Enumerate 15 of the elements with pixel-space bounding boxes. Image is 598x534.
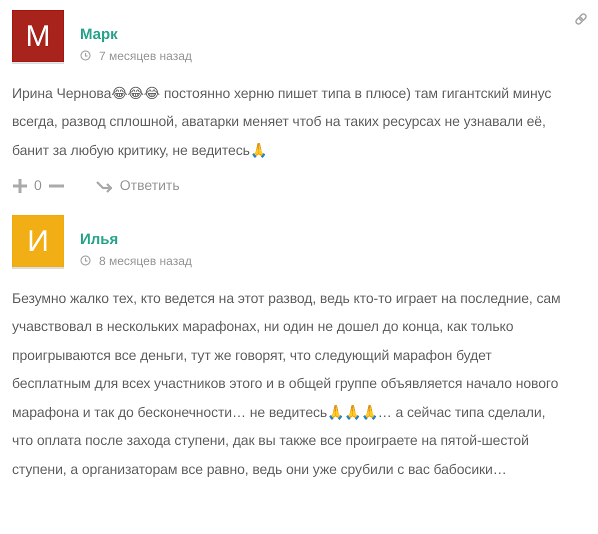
link-icon[interactable]: [574, 12, 588, 26]
reply-arrow-icon: [96, 178, 112, 192]
comment-text: Безумно жалко тех, кто ведется на этот развод, ведь кто-то играет на последние, сам учавствовал в нескольких марафонах, ни один не дошел до конца, как только проигрываются все деньги, тут же говорят, что следующий марафон будет бесплатным для всех участников этого и в общей группе объявляется начало нового марафона и так до бесконечности… не ведитесь🙏🙏🙏… а сейчас типа сделали, что оплата после захода ступени, дак вы также все проиграете на пятой-шестой ступени, а организаторам все равно, ведь они уже срубили с вас бабосики…: [12, 288, 562, 479]
clock-icon: [80, 50, 91, 61]
reply-button[interactable]: Ответить: [94, 174, 181, 197]
plus-icon[interactable]: [12, 178, 28, 194]
author-name[interactable]: Илья: [80, 229, 192, 252]
comment-text: Ирина Чернова😂😂😂 постоянно херню пишет типа в плюсе) там гигантский минус всегда, развод сплошной, аватарки меняет чтоб на таких ресурсах не узнавали её, банит за любую критику, не ведитесь🙏: [12, 84, 552, 160]
comment-time: 8 месяцев назад: [99, 252, 192, 270]
author-name[interactable]: Марк: [80, 24, 192, 46]
vote-count: 0: [34, 176, 42, 195]
comment-time: 7 месяцев назад: [99, 48, 192, 64]
clock-icon: [80, 255, 91, 266]
avatar: М: [12, 10, 64, 62]
avatar: И: [12, 215, 64, 267]
